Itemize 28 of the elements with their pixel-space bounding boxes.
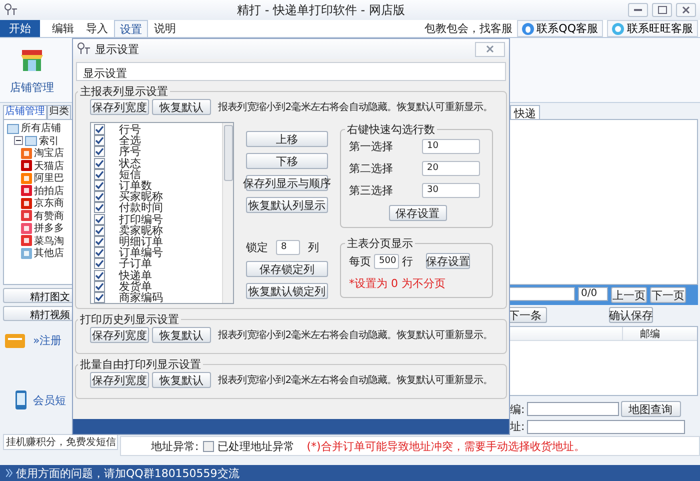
warning-text: (*)合并订单可能导致地址冲突，需要手动选择收货地址。 xyxy=(306,438,585,454)
lock-label: 锁定 xyxy=(246,240,268,255)
sms-note: 挂机赚积分，免费发短信 xyxy=(3,434,118,450)
group-title: 打印历史列显示设置 xyxy=(79,312,180,327)
unit-label: 行 xyxy=(402,254,413,268)
group-title: 批量自由打印列显示设置 xyxy=(79,357,202,372)
option-label: 第三选择 xyxy=(349,183,393,198)
option-label: 每页 xyxy=(349,254,371,268)
group-title: 主表分页显示 xyxy=(346,236,414,251)
group-note: 报表列宽缩小到2毫米左右将会自动隐藏。恢复默认可重新显示。 xyxy=(218,100,493,114)
dialog-header: 显示设置 xyxy=(76,62,506,81)
column-header: 邮编 xyxy=(622,327,677,340)
group-note: 报表列宽缩小到2毫米左右将会自动隐藏。恢复默认可重新显示。 xyxy=(218,374,493,387)
group-title: 右键快速勾选行数 xyxy=(346,122,436,137)
group-note: 报表列宽缩小到2毫米左右将会自动隐藏。恢复默认可重新显示。 xyxy=(218,328,493,342)
window-title: 精打 - 快递单打印软件 - 网店版 xyxy=(236,2,406,18)
status-text: 使用方面的问题，请加QQ群180150559交流 xyxy=(16,466,240,480)
hint-text: *设置为 0 为不分页 xyxy=(349,276,446,291)
option-label: 第二选择 xyxy=(349,161,393,176)
dialog-title: 显示设置 xyxy=(95,42,139,56)
page-counter: 0/0 xyxy=(578,287,608,301)
field-label: 地址异常: xyxy=(151,438,199,454)
group-title: 主报表列显示设置 xyxy=(79,84,169,99)
help-text: 包教包会，找客服 xyxy=(424,21,513,36)
field-label: 编: xyxy=(510,402,525,416)
field-label: 址: xyxy=(510,419,525,434)
unit-label: 列 xyxy=(308,240,319,255)
option-label: 第一选择 xyxy=(349,139,393,154)
